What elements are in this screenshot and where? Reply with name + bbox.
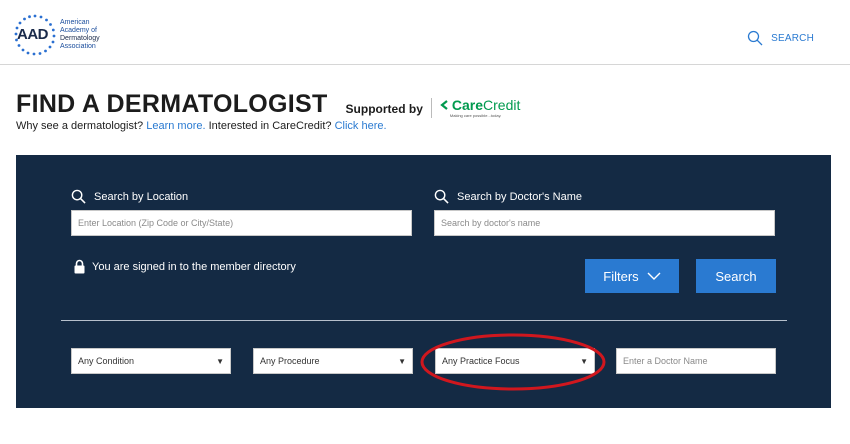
search-icon [434,189,449,204]
highlight-circle [420,333,606,391]
location-input[interactable]: Enter Location (Zip Code or City/State) [71,210,412,236]
logo-wordmark: American Academy of Dermatology Associat… [60,19,100,51]
logo-line: American [60,19,90,26]
divider [430,98,432,118]
carecredit-name-light: Credit [483,97,521,113]
carecredit-tagline: Making care possible...today. [449,113,502,118]
aad-logo[interactable]: AAD American Academy of Dermatology Asso… [14,14,100,56]
supported-by-label: Supported by [345,102,423,116]
logo-line: Dermatology [60,35,100,42]
carecredit-chevron-icon [440,100,448,110]
condition-select[interactable]: Any Condition ▼ [71,348,231,374]
doctor-name-filter-input[interactable]: Enter a Doctor Name [616,348,776,374]
location-label: Search by Location [71,189,188,204]
logo-line: Association [60,43,96,50]
carecredit-logo[interactable]: Care Credit Making care possible...today. [440,97,521,118]
chevron-down-icon: ▼ [216,356,224,366]
filters-label: Filters [603,268,639,284]
click-here-link[interactable]: Click here. [335,120,387,132]
header-search-link[interactable]: SEARCH [747,30,814,46]
learn-more-link[interactable]: Learn more. [146,120,205,132]
filters-button[interactable]: Filters [585,259,679,293]
intro-interested: Interested in CareCredit? [208,120,332,132]
chevron-down-icon [647,272,661,280]
signed-in-notice: You are signed in to the member director… [73,259,296,274]
carecredit-wordmark: Care Credit [440,97,521,113]
search-button-label: Search [715,268,757,284]
procedure-select[interactable]: Any Procedure ▼ [253,348,413,374]
logo-mark: AAD [14,14,56,56]
search-panel: Search by Location Enter Location (Zip C… [16,155,831,408]
condition-select-value: Any Condition [78,356,135,366]
intro-line: Why see a dermatologist? Learn more. Int… [16,120,387,132]
signed-in-text: You are signed in to the member director… [92,260,296,273]
site-header: AAD American Academy of Dermatology Asso… [0,0,850,65]
location-label-text: Search by Location [94,190,189,203]
page-title: FIND A DERMATOLOGIST [16,90,328,118]
logo-aad-text: AAD [17,26,49,43]
chevron-down-icon: ▼ [398,356,406,366]
lock-icon [74,259,85,274]
panel-divider [61,320,787,321]
doctor-name-label-text: Search by Doctor's Name [457,190,582,203]
header-search-label: SEARCH [771,32,814,44]
search-icon [71,189,86,204]
intro-question: Why see a dermatologist? [16,120,144,132]
logo-line: Academy of [60,27,97,34]
search-button[interactable]: Search [696,259,776,293]
search-icon [747,30,763,46]
carecredit-name-bold: Care [451,97,484,113]
doctor-name-label: Search by Doctor's Name [434,189,582,204]
procedure-select-value: Any Procedure [260,356,320,366]
doctor-name-input[interactable]: Search by doctor's name [434,210,775,236]
title-row: FIND A DERMATOLOGIST Supported by Care Cr… [16,90,520,119]
